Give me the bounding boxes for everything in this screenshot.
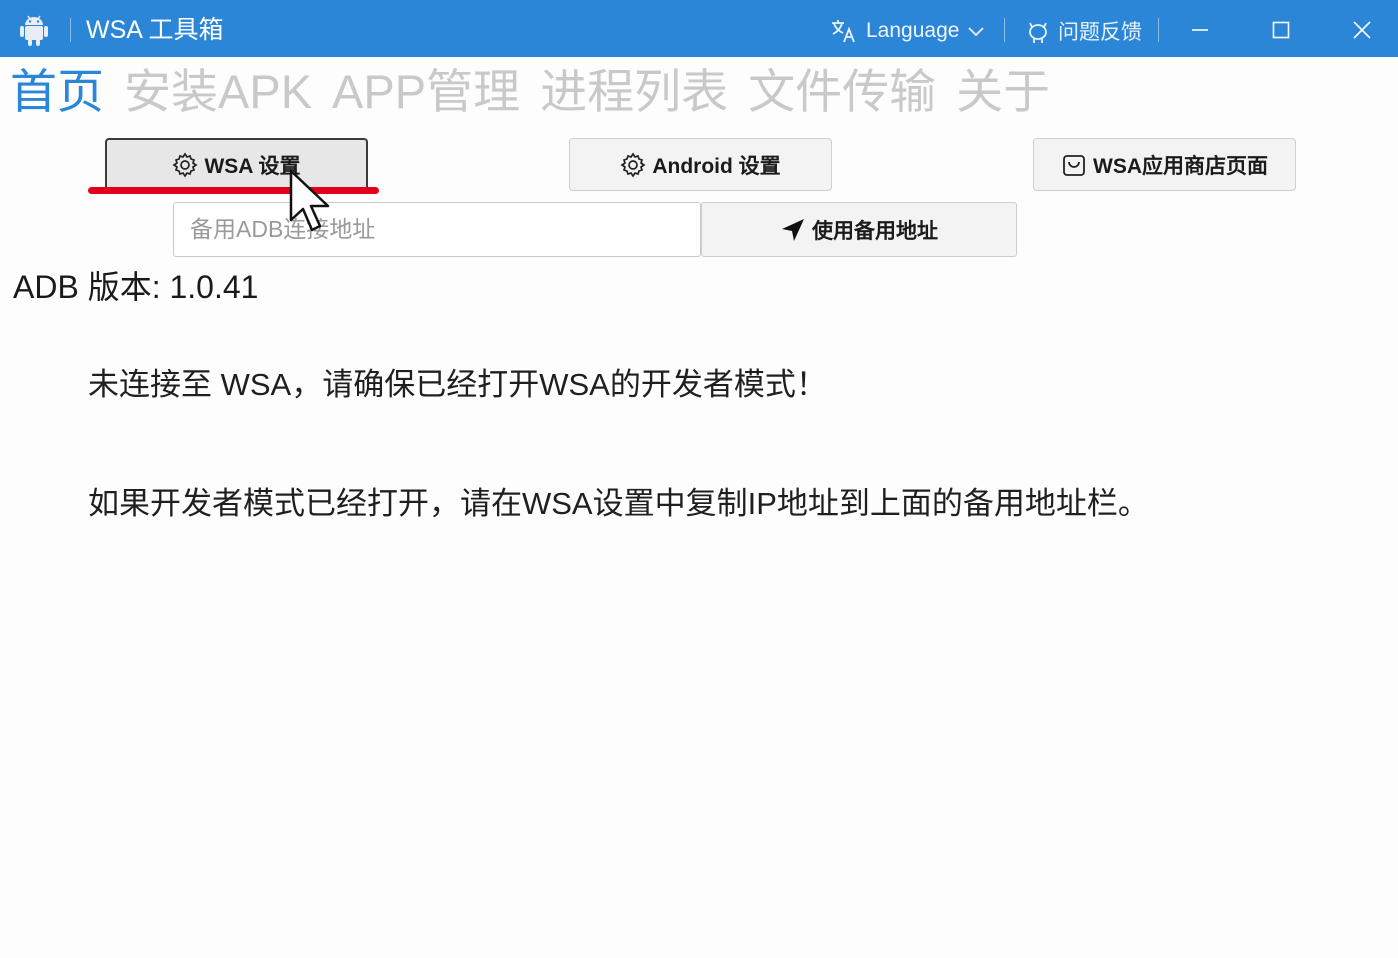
android-settings-button[interactable]: Android 设置	[569, 138, 832, 191]
title-separator	[70, 18, 71, 42]
wsa-settings-label: WSA 设置	[204, 154, 301, 178]
translate-icon	[832, 20, 855, 43]
close-icon	[1353, 21, 1371, 39]
use-backup-address-label: 使用备用地址	[812, 219, 938, 243]
android-settings-label: Android 设置	[652, 154, 781, 178]
github-icon	[1029, 22, 1047, 43]
language-selector[interactable]: Language	[830, 14, 985, 48]
maximize-button[interactable]	[1259, 8, 1303, 52]
android-icon	[20, 15, 48, 46]
adb-version-text: ADB 版本: 1.0.41	[13, 269, 259, 305]
tab-about[interactable]: 关于	[956, 62, 1050, 124]
chevron-down-icon	[968, 27, 985, 37]
maximize-icon	[1272, 21, 1290, 39]
not-connected-message: 未连接至 WSA，请确保已经打开WSA的开发者模式！	[88, 367, 827, 402]
title-separator	[1004, 18, 1005, 42]
minimize-button[interactable]	[1178, 8, 1222, 52]
window-title: WSA 工具箱	[86, 16, 224, 44]
tab-file-transfer[interactable]: 文件传输	[748, 62, 936, 124]
tab-home[interactable]: 首页	[10, 62, 104, 124]
store-bag-icon	[1063, 154, 1085, 176]
title-bar: WSA 工具箱 Language 问题反馈	[0, 0, 1398, 57]
navigation-arrow-icon	[782, 218, 804, 241]
title-separator	[1158, 18, 1159, 42]
backup-adb-address-input[interactable]	[173, 202, 701, 257]
main-tabs: 首页 安装APK APP管理 进程列表 文件传输 关于	[10, 62, 1050, 124]
feedback-button[interactable]: 问题反馈	[1024, 14, 1142, 48]
feedback-label: 问题反馈	[1058, 21, 1142, 44]
wsa-store-page-button[interactable]: WSA应用商店页面	[1033, 138, 1296, 191]
tab-process-list[interactable]: 进程列表	[540, 62, 728, 124]
gear-icon	[620, 151, 646, 178]
tab-app-manage[interactable]: APP管理	[332, 62, 520, 124]
gear-icon	[172, 151, 199, 178]
language-label: Language	[866, 19, 960, 42]
close-button[interactable]	[1340, 8, 1384, 52]
developer-mode-hint: 如果开发者模式已经打开，请在WSA设置中复制IP地址到上面的备用地址栏。	[88, 486, 1149, 521]
wsa-store-page-label: WSA应用商店页面	[1093, 154, 1268, 178]
mouse-cursor-icon	[289, 169, 330, 232]
minimize-icon	[1192, 29, 1208, 31]
use-backup-address-button[interactable]: 使用备用地址	[701, 202, 1017, 257]
tab-install-apk[interactable]: 安装APK	[124, 62, 312, 124]
